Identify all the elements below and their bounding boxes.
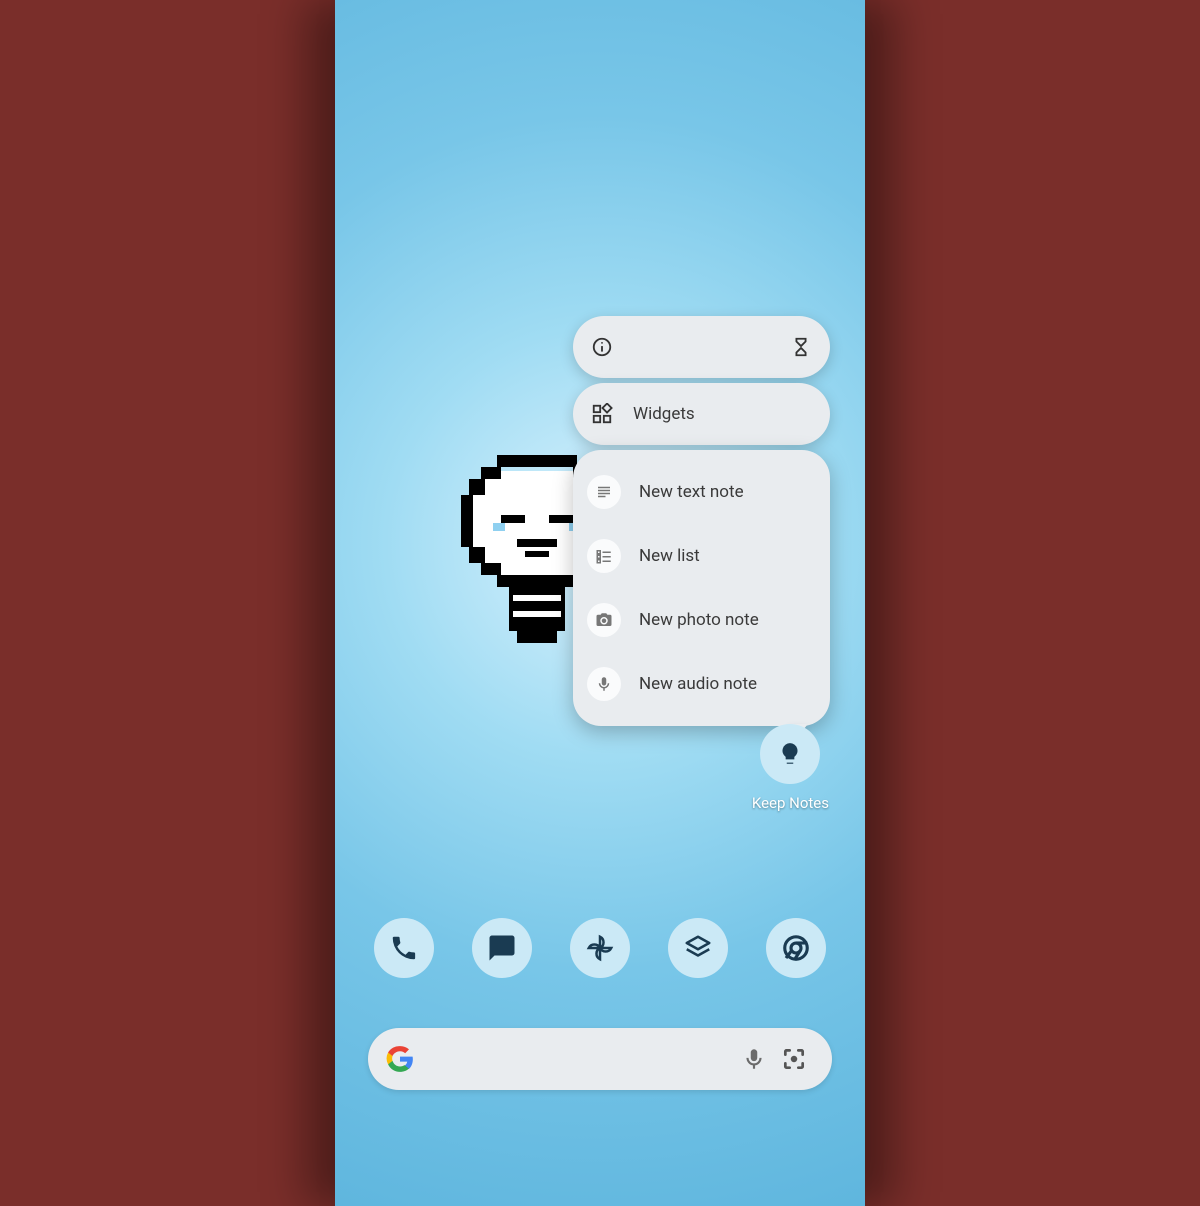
maps-layers-app[interactable] [668,918,728,978]
microphone-icon [587,667,621,701]
new-audio-note-action[interactable]: New audio note [587,652,816,716]
google-logo-icon [386,1045,414,1073]
photos-app[interactable] [570,918,630,978]
widgets-label: Widgets [633,404,695,424]
keep-notes-label: Keep Notes [752,794,829,812]
action-label: New list [639,546,700,566]
widgets-button[interactable]: Widgets [573,383,830,445]
hourglass-icon[interactable] [790,336,812,358]
new-text-note-action[interactable]: New text note [587,460,816,524]
voice-search-icon[interactable] [734,1046,774,1072]
popup-topbar [573,316,830,378]
new-list-action[interactable]: New list [587,524,816,588]
action-label: New text note [639,482,744,502]
lens-icon[interactable] [774,1046,814,1072]
phone-app[interactable] [374,918,434,978]
google-search-bar[interactable] [368,1028,832,1090]
camera-icon [587,603,621,637]
dock [335,918,865,978]
list-icon [587,539,621,573]
info-icon[interactable] [591,336,613,358]
text-note-icon [587,475,621,509]
keep-notes-icon [760,724,820,784]
shortcut-actions-list: New text note New list [573,450,830,726]
action-label: New photo note [639,610,759,630]
new-photo-note-action[interactable]: New photo note [587,588,816,652]
chrome-app[interactable] [766,918,826,978]
action-label: New audio note [639,674,757,694]
phone-home-screen: Widgets New text note [335,0,865,1206]
widgets-icon [591,403,613,425]
keep-notes-app[interactable]: Keep Notes [752,724,829,812]
messages-app[interactable] [472,918,532,978]
app-shortcut-popup: Widgets New text note [573,316,830,726]
